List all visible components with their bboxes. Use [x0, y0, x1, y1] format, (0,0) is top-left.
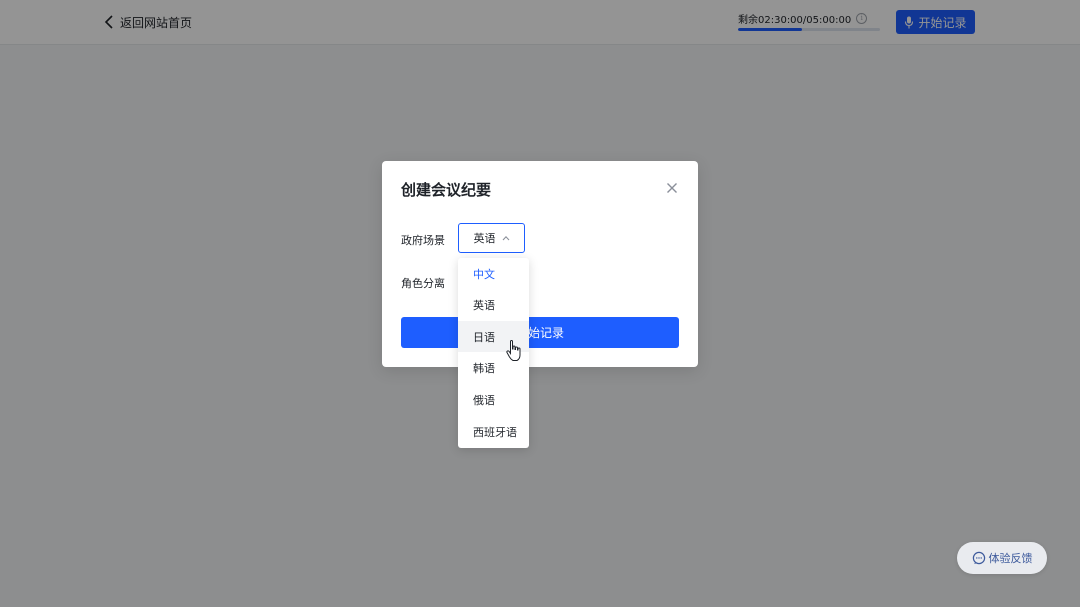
selected-language: 英语	[473, 232, 496, 245]
dialog-title: 创建会议纪要	[401, 181, 492, 199]
chevron-up-icon	[502, 235, 509, 241]
role-separation-label: 角色分离	[401, 277, 445, 290]
feedback-label: 体验反馈	[988, 552, 1033, 565]
hand-pointer-icon	[506, 340, 521, 361]
language-select[interactable]: 英语	[458, 223, 525, 253]
feedback-button[interactable]: 体验反馈	[957, 542, 1047, 574]
scene-label: 政府场景	[401, 234, 445, 247]
dialog-start-recording-button[interactable]: 开始记录	[401, 317, 679, 348]
chat-bubble-icon	[972, 551, 985, 565]
close-icon[interactable]	[665, 181, 679, 195]
language-option[interactable]: 英语	[458, 290, 529, 321]
create-meeting-minutes-dialog: 创建会议纪要 政府场景 英语 角色分离 开始记录	[382, 161, 698, 367]
language-option[interactable]: 俄语	[458, 384, 529, 415]
language-option[interactable]: 西班牙语	[458, 416, 529, 447]
language-option[interactable]: 中文	[458, 258, 529, 289]
